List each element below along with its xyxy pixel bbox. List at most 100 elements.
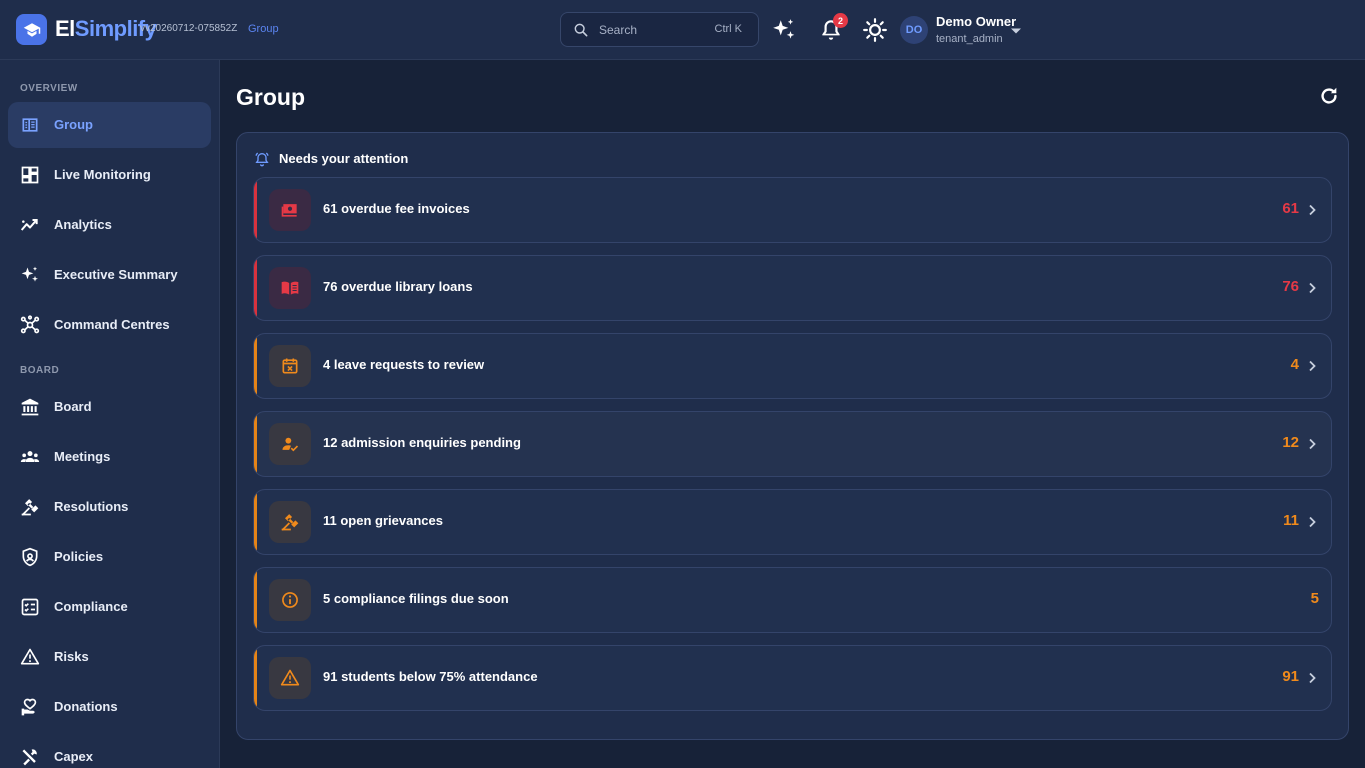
attention-item-grievances[interactable]: 11 open grievances 11 [253,489,1332,555]
gavel-icon [21,499,39,516]
attention-item-leave-requests[interactable]: 4 leave requests to review 4 [253,333,1332,399]
sparkle-icon [21,266,38,282]
people-icon [20,451,40,462]
brand-part-1: El [55,16,75,41]
sidebar-item-label: Executive Summary [54,267,178,282]
sidebar-item-board[interactable]: Board [8,384,211,430]
sidebar-item-label: Group [54,117,93,132]
sidebar-item-label: Board [54,399,92,414]
severity-bar [254,568,257,632]
sidebar-item-capex[interactable]: Capex [8,734,211,768]
attention-item-compliance-filings[interactable]: 5 compliance filings due soon 5 [253,567,1332,633]
chevron-right-icon [1309,282,1316,294]
bell-ring-icon [255,152,269,167]
sidebar-item-label: Capex [54,749,94,764]
attention-item-label: 4 leave requests to review [323,357,485,372]
sidebar-item-resolutions[interactable]: Resolutions [8,484,211,530]
attention-item-count: 61 [1282,200,1299,217]
calendar-x-icon [269,345,311,387]
heart-hand-icon [21,698,37,716]
search-placeholder: Search [599,23,638,37]
sidebar-item-label: Resolutions [54,499,129,514]
chevron-right-icon [1309,204,1316,216]
warning-icon [20,648,40,665]
severity-bar [254,412,257,476]
breadcrumb[interactable]: Group [248,23,279,35]
dashboard-icon [21,166,39,184]
sidebar-item-meetings[interactable]: Meetings [8,434,211,480]
sidebar-item-policies[interactable]: Policies [8,534,211,580]
attention-item-count: 12 [1282,434,1299,451]
attention-item-attendance[interactable]: 91 students below 75% attendance 91 [253,645,1332,711]
sidebar-item-group[interactable]: Group [8,102,211,148]
theme-sun-icon[interactable] [862,17,888,43]
person-check-icon [269,423,311,465]
severity-bar [254,256,257,320]
sidebar-item-executive-summary[interactable]: Executive Summary [8,252,211,298]
attention-item-label: 76 overdue library loans [323,279,473,294]
chevron-right-icon [1309,438,1316,450]
checklist-icon [21,598,39,616]
sidebar-item-label: Analytics [54,217,112,232]
graduation-cap-icon[interactable] [16,14,47,45]
severity-bar [254,334,257,398]
search-input[interactable]: Search Ctrl K [560,12,759,47]
book-icon [269,267,311,309]
sidebar-item-compliance[interactable]: Compliance [8,584,211,630]
chevron-down-icon[interactable] [1010,27,1022,35]
section-overview: OVERVIEW [20,83,78,94]
attention-item-label: 61 overdue fee invoices [323,201,470,216]
sidebar-item-risks[interactable]: Risks [8,634,211,680]
attention-item-label: 5 compliance filings due soon [323,591,509,606]
chevron-right-icon [1309,516,1316,528]
attention-item-label: 12 admission enquiries pending [323,435,521,450]
attention-item-admission-enquiries[interactable]: 12 admission enquiries pending 12 [253,411,1332,477]
sidebar-item-label: Command Centres [54,317,170,332]
search-shortcut: Ctrl K [714,23,743,35]
chevron-right-icon [1309,360,1316,372]
avatar[interactable]: DO [900,16,928,44]
sidebar-item-analytics[interactable]: Analytics [8,202,211,248]
search-icon [574,23,588,37]
attention-item-fee-invoices[interactable]: 61 overdue fee invoices 61 [253,177,1332,243]
attention-item-count: 4 [1290,356,1299,373]
attention-item-library-loans[interactable]: 76 overdue library loans 76 [253,255,1332,321]
info-icon [269,579,311,621]
chevron-right-icon [1309,672,1316,684]
severity-bar [254,490,257,554]
page-title: Group [236,84,305,110]
payment-icon [269,189,311,231]
gavel-icon [269,501,311,543]
warning-icon [269,657,311,699]
attention-item-count: 11 [1283,512,1299,529]
sidebar-item-label: Meetings [54,449,111,464]
sidebar-item-live-monitoring[interactable]: Live Monitoring [8,152,211,198]
user-name[interactable]: Demo Owner [936,14,1016,29]
refresh-icon[interactable] [1318,85,1340,107]
sidebar-item-command-centres[interactable]: Command Centres [8,302,211,348]
sidebar-item-label: Policies [54,549,104,564]
attention-item-label: 91 students below 75% attendance [323,669,538,684]
attention-item-count: 91 [1282,668,1299,685]
sidebar-item-label: Live Monitoring [54,167,151,182]
bank-icon [21,398,39,416]
attention-item-count: 5 [1310,590,1319,607]
attention-item-label: 11 open grievances [323,513,443,528]
sidebar-item-label: Risks [54,649,89,664]
shield-icon [22,547,38,567]
sidebar-item-label: Compliance [54,599,128,614]
tools-icon [22,749,37,766]
sparkle-icon[interactable] [771,17,797,43]
notification-badge: 2 [833,13,848,28]
user-role: tenant_admin [936,33,1003,45]
hub-icon [20,315,40,334]
sidebar-item-label: Donations [54,699,118,714]
top-bar: ElSimplify vv20260712-075852Z Group Sear… [0,0,1365,60]
sidebar: OVERVIEW Group Live Monitoring Analytics… [0,60,220,768]
building-icon [22,118,38,132]
version-label: vv20260712-075852Z [140,23,238,34]
trending-icon [20,219,38,231]
severity-bar [254,646,257,710]
sidebar-item-donations[interactable]: Donations [8,684,211,730]
section-board: BOARD [20,365,60,376]
